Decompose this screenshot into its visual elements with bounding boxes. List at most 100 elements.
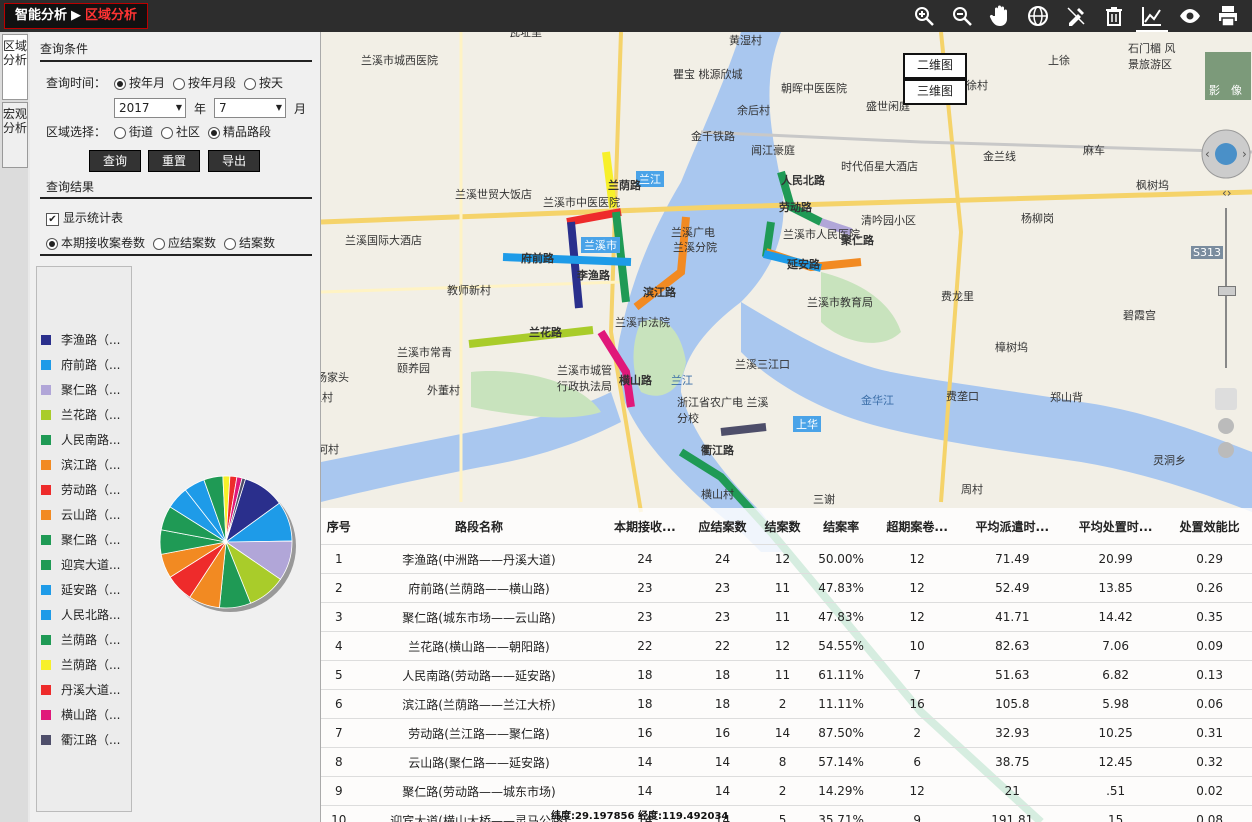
map-view[interactable]: 兰溪市城西医院 瓦址里 黄湿村 瞿宝 桃源欣城 朝晖中医医院 余后村 盛世闲庭 … — [321, 32, 1252, 822]
zoom-out-icon[interactable] — [1218, 442, 1234, 458]
year-select[interactable]: 2017 — [114, 98, 186, 118]
table-cell: 18 — [688, 660, 757, 690]
statistics-button[interactable] — [1136, 2, 1168, 32]
table-row[interactable]: 3 聚仁路(城东市场——云山路) 23 23 11 47.83% 12 41.71 14.42 0… — [321, 602, 1252, 632]
legend-item[interactable]: 李渔路（... — [41, 331, 120, 348]
legend-item[interactable]: 延安路（... — [41, 581, 120, 598]
show-table-label: 显示统计表 — [63, 211, 124, 225]
tab-region-analysis[interactable]: 区域分析 — [2, 34, 28, 100]
table-cell: 0.13 — [1167, 660, 1252, 690]
mode-closed[interactable]: 结案数 — [224, 234, 275, 251]
radio[interactable] — [153, 237, 166, 250]
legend-item[interactable]: 丹溪大道... — [41, 681, 120, 698]
reset-button[interactable]: 重置 — [148, 150, 200, 172]
radio-selected[interactable] — [114, 77, 127, 90]
area-option-street[interactable]: 街道 — [114, 123, 153, 140]
zoom-slider[interactable] — [1215, 208, 1237, 468]
show-table-row[interactable]: ✔ 显示统计表 — [46, 209, 123, 226]
time-option-month[interactable]: 按年月 — [114, 74, 165, 91]
legend-item[interactable]: 滨江路（... — [41, 456, 120, 473]
time-option-day[interactable]: 按天 — [244, 74, 283, 91]
query-button[interactable]: 查询 — [89, 150, 141, 172]
view-3d-button[interactable]: 三维图 — [903, 79, 967, 105]
time-option-month-range[interactable]: 按年月段 — [173, 74, 236, 91]
legend-item[interactable]: 府前路（... — [41, 356, 120, 373]
month-select[interactable]: 7 — [214, 98, 287, 118]
legend-item[interactable]: 迎宾大道... — [41, 556, 120, 573]
column-header[interactable]: 处置效能比 — [1167, 508, 1252, 545]
table-row[interactable]: 2 府前路(兰荫路——横山路) 23 23 11 47.83% 12 52.49 13.85 0.… — [321, 573, 1252, 603]
export-button[interactable]: 导出 — [208, 150, 260, 172]
compass-control[interactable]: ‹ › ‹› — [1200, 122, 1252, 202]
view-2d-button[interactable]: 二维图 — [903, 53, 967, 79]
column-header[interactable]: 应结案数 — [688, 508, 756, 545]
legend-item[interactable]: 横山路（... — [41, 706, 120, 723]
column-header[interactable]: 平均处置时... — [1064, 508, 1167, 545]
radio[interactable] — [161, 126, 174, 139]
road-label: 延安路 — [787, 258, 820, 271]
table-cell: 7 — [873, 660, 961, 690]
legend-item[interactable]: 兰荫路（... — [41, 656, 120, 673]
breadcrumb-main[interactable]: 智能分析 — [15, 8, 67, 23]
view-button[interactable] — [1174, 2, 1206, 30]
table-row[interactable]: 5 人民南路(劳动路——延安路) 18 18 11 61.11% 7 51.63 6.82 0.1… — [321, 660, 1252, 690]
show-table-checkbox[interactable]: ✔ — [46, 213, 59, 226]
table-row[interactable]: 4 兰花路(横山路——朝阳路) 22 22 12 54.55% 10 82.63 7.06 0.0… — [321, 631, 1252, 661]
area-option-community[interactable]: 社区 — [161, 123, 200, 140]
legend-item[interactable]: 兰花路（... — [41, 406, 120, 423]
imagery-button[interactable]: 影 像 — [1205, 52, 1251, 100]
table-row[interactable]: 9 聚仁路(劳动路——城东市场) 14 14 2 14.29% 12 21.51 0.02 — [321, 776, 1252, 806]
mode-received[interactable]: 本期接收案卷数 — [46, 234, 145, 251]
radio[interactable] — [244, 77, 257, 90]
tab-macro-analysis[interactable]: 宏观分析 — [2, 102, 28, 168]
radio[interactable] — [114, 126, 127, 139]
legend-item[interactable]: 聚仁路（... — [41, 531, 120, 548]
radio[interactable] — [173, 77, 186, 90]
legend-item[interactable]: 衢江路（... — [41, 731, 120, 748]
table-row[interactable]: 6 滨江路(兰荫路——兰江大桥) 18 18 2 11.11% 16 105.8 5.98 0.0… — [321, 689, 1252, 719]
print-button[interactable] — [1212, 2, 1244, 30]
table-cell: 12.45 — [1063, 747, 1168, 777]
pan-hand-button[interactable] — [1215, 388, 1237, 410]
column-header[interactable]: 结案率 — [808, 508, 873, 545]
area-option-road[interactable]: 精品路段 — [208, 123, 271, 140]
zoom-out-button[interactable] — [946, 2, 978, 30]
column-header[interactable]: 路段名称 — [357, 508, 602, 545]
legend-item[interactable]: 聚仁路（... — [41, 381, 120, 398]
table-row[interactable]: 10 迎宾大道(横山大桥——灵马公路) 14 14 5 35.71% 9 191.81 15 0.… — [321, 805, 1252, 822]
legend-item[interactable]: 人民南路... — [41, 431, 120, 448]
delete-button[interactable] — [1098, 2, 1130, 30]
mode-should-close[interactable]: 应结案数 — [153, 234, 216, 251]
legend-label: 府前路（... — [61, 358, 121, 372]
table-row[interactable]: 1 李渔路(中洲路——丹溪大道) 24 24 12 50.00% 12 71.49 20.99 0… — [321, 544, 1252, 574]
clear-button[interactable] — [1060, 2, 1092, 30]
column-header[interactable]: 平均派遣时... — [961, 508, 1064, 545]
legend-item[interactable]: 人民北路... — [41, 606, 120, 623]
map-label: 教师新村 — [447, 284, 491, 297]
zoom-in-button[interactable] — [908, 2, 940, 30]
column-header[interactable]: 超期案卷... — [874, 508, 961, 545]
zoom-in-icon[interactable] — [1218, 418, 1234, 434]
legend-item[interactable]: 劳动路（... — [41, 481, 120, 498]
table-row[interactable]: 7 劳动路(兰江路——聚仁路) 16 16 14 87.50% 2 32.93 10.25 0.3… — [321, 718, 1252, 748]
column-header[interactable]: 序号 — [321, 508, 357, 545]
legend-item[interactable]: 兰荫路（... — [41, 631, 120, 648]
area-label: 区域选择： — [46, 125, 107, 139]
radio[interactable] — [224, 237, 237, 250]
legend-item[interactable]: 云山路（... — [41, 506, 120, 523]
segment-liyu[interactable] — [567, 221, 583, 309]
zoom-handle[interactable] — [1218, 286, 1236, 296]
segment-lanyin[interactable] — [612, 211, 630, 303]
radio-selected[interactable] — [208, 126, 221, 139]
radio-selected[interactable] — [46, 237, 58, 250]
column-header[interactable]: 结案数 — [757, 508, 809, 545]
map-label: 上华 — [793, 416, 821, 432]
column-header[interactable]: 本期接收... — [601, 508, 688, 545]
table-cell: 6.82 — [1063, 660, 1168, 690]
pan-button[interactable] — [984, 2, 1016, 30]
table-row[interactable]: 8 云山路(聚仁路——延安路) 14 14 8 57.14% 6 38.75 12.45 0.32 — [321, 747, 1252, 777]
legend-label: 兰荫路（... — [61, 633, 121, 647]
legend-swatch — [41, 434, 51, 445]
segment-qujiang[interactable] — [720, 423, 767, 436]
globe-button[interactable] — [1022, 2, 1054, 30]
